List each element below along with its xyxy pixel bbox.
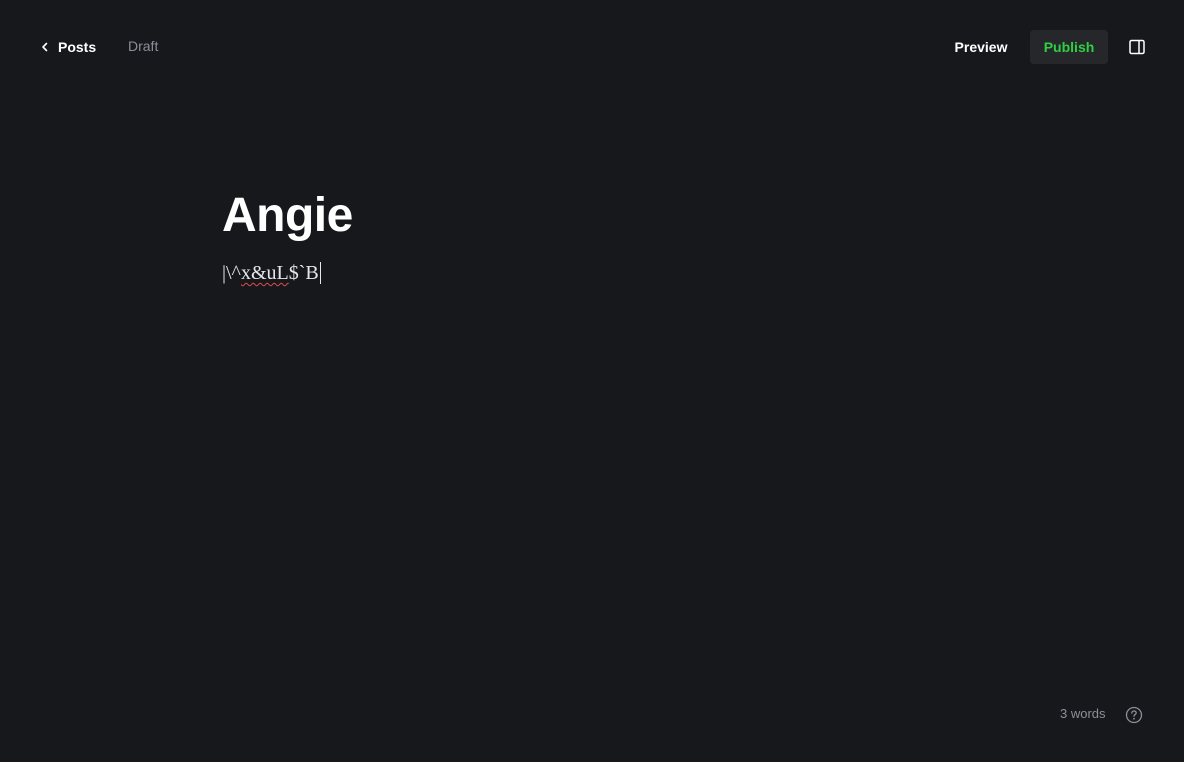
preview-button[interactable]: Preview [944, 30, 1018, 64]
sidebar-toggle-icon[interactable] [1128, 38, 1146, 56]
body-text-start: |\^ [222, 262, 241, 284]
word-count: 3 words [1060, 706, 1106, 721]
chevron-left-icon [42, 42, 48, 52]
misspelled-word: x&uL [240, 262, 289, 284]
text-caret [319, 262, 321, 284]
post-editor: Angie |\^ x&uL $`B [222, 186, 962, 286]
question-circle-icon[interactable] [1125, 706, 1143, 724]
publish-button-label: Publish [1043, 39, 1095, 55]
body-text-end: $`B [288, 262, 319, 284]
post-status-label: Draft [128, 38, 159, 54]
post-body-editor[interactable]: |\^ x&uL $`B [222, 260, 962, 286]
post-title-input[interactable]: Angie [222, 186, 962, 246]
back-link-label: Posts [58, 39, 97, 55]
editor-header: Posts Draft Preview Publish [0, 0, 1184, 94]
back-to-posts-link[interactable]: Posts [40, 36, 96, 58]
publish-button[interactable]: Publish [1030, 30, 1108, 64]
